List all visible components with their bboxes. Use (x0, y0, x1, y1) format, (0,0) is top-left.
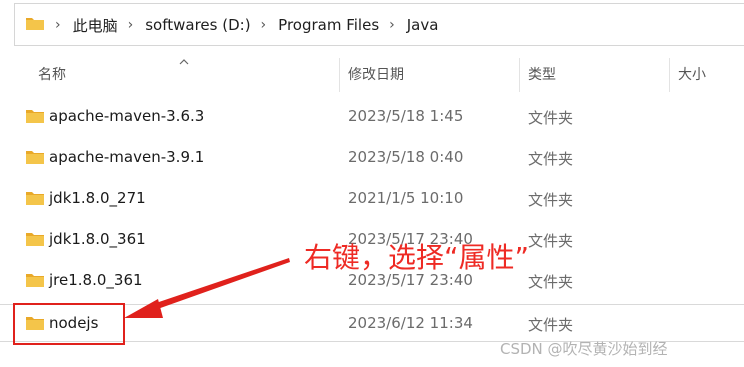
watermark: CSDN @吹尽黄沙始到经 (500, 340, 668, 358)
annotation-arrow-icon (124, 258, 290, 318)
annotation-text: 右键，选择“属性” (304, 241, 530, 274)
